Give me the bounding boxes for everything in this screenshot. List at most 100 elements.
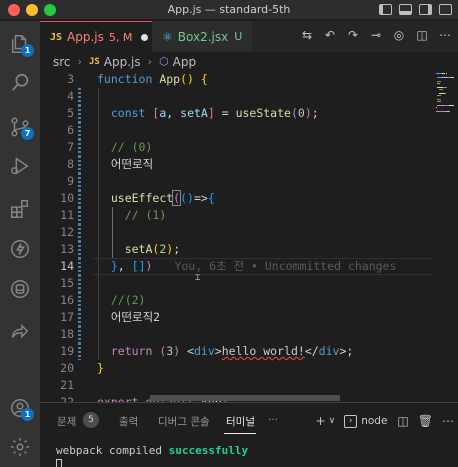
- timeline-icon[interactable]: ◎: [392, 28, 406, 42]
- source-control-icon[interactable]: 7: [6, 113, 34, 141]
- terminal-text: webpack compiled: [56, 444, 169, 457]
- minimap-token: [437, 81, 441, 82]
- more-actions-icon[interactable]: ⋯: [442, 415, 454, 427]
- terminal-output: webpack compiled successfully: [56, 444, 248, 457]
- code-token: function: [97, 72, 160, 86]
- code-editor[interactable]: 3 function App() {4 5 const [a, setA] = us…: [40, 71, 432, 426]
- line-number: 21: [60, 378, 74, 392]
- tab-status: U: [234, 30, 243, 43]
- account-icon[interactable]: 1: [6, 394, 34, 422]
- terminal-toolbar: + ∨ › node ◫ 🗑 ⋯: [307, 411, 458, 431]
- breadcrumb-folder[interactable]: src: [53, 55, 71, 69]
- breadcrumb: src › JS App.js › ⬡ App: [40, 52, 458, 71]
- split-editor-icon[interactable]: ◫: [415, 28, 429, 42]
- horizontal-scrollbar[interactable]: [150, 395, 340, 401]
- bottom-panel: 문제 5 출력 디버그 콘솔 터미널 ··· + ∨ › node ◫ 🗑 ⋯ …: [40, 402, 458, 467]
- toggle-panel-icon[interactable]: [399, 4, 412, 15]
- code-token: //(2): [110, 293, 146, 307]
- code-line[interactable]: 11 // (1): [40, 207, 432, 224]
- terminal-dropdown-icon[interactable]: ∨: [329, 416, 336, 426]
- code-line[interactable]: 6: [40, 122, 432, 139]
- code-line[interactable]: 7 // (0): [40, 139, 432, 156]
- code-line[interactable]: 18: [40, 326, 432, 343]
- code-line[interactable]: 19 return (3) <div>hello world!</div>;: [40, 343, 432, 360]
- code-line[interactable]: 4: [40, 88, 432, 105]
- line-number: 17: [60, 310, 74, 324]
- code-content: 어떤로직: [97, 156, 153, 173]
- new-terminal-icon[interactable]: +: [316, 415, 326, 427]
- breadcrumb-symbol[interactable]: App: [173, 55, 196, 69]
- step-icon[interactable]: ⊸: [369, 28, 383, 42]
- minimap[interactable]: [432, 71, 458, 398]
- tab-terminal[interactable]: 터미널: [226, 414, 255, 429]
- tab-output[interactable]: 출력: [119, 414, 138, 429]
- minimap-token: [436, 107, 437, 108]
- code-content: }, []) You, 6초 전 • Uncommitted changes: [97, 258, 397, 275]
- go-back-icon[interactable]: ↶: [323, 28, 337, 42]
- customize-layout-icon[interactable]: [439, 4, 452, 15]
- tab-app-js[interactable]: JS App.js 5, M: [40, 21, 152, 52]
- panel-tabs: 문제 5 출력 디버그 콘솔 터미널 ··· + ∨ › node ◫ 🗑 ⋯: [40, 403, 458, 439]
- line-number: 9: [67, 174, 74, 188]
- code-token: <: [180, 344, 194, 358]
- code-line[interactable]: 15: [40, 275, 432, 292]
- more-actions-icon[interactable]: ⋯: [438, 28, 452, 42]
- line-number: 4: [67, 89, 74, 103]
- more-tabs-icon[interactable]: ···: [268, 414, 278, 426]
- minimap-token: [446, 73, 447, 74]
- breadcrumb-file[interactable]: App.js: [104, 55, 141, 69]
- toggle-secondary-sidebar-icon[interactable]: [419, 4, 432, 15]
- code-token: }: [110, 259, 118, 273]
- editor-tab-bar: JS App.js 5, M ⚛ Box2.jsx U ⇆ ↶ ↷ ⊸ ◎ ◫ …: [40, 21, 458, 52]
- line-number: 10: [60, 191, 74, 205]
- lightning-icon[interactable]: [6, 235, 34, 263]
- code-line[interactable]: 3 function App() {: [40, 71, 432, 88]
- go-forward-icon[interactable]: ↷: [346, 28, 360, 42]
- kill-terminal-icon[interactable]: 🗑: [418, 415, 433, 427]
- code-line[interactable]: 16 //(2): [40, 292, 432, 309]
- split-terminal-icon[interactable]: ◫: [397, 415, 408, 427]
- minimap-token: [437, 83, 440, 84]
- gear-icon[interactable]: [6, 433, 34, 461]
- problems-count-badge: 5: [83, 412, 99, 428]
- code-line[interactable]: 13 setA(2);: [40, 241, 432, 258]
- line-number: 5: [67, 106, 74, 120]
- search-icon[interactable]: [6, 69, 34, 97]
- database-icon[interactable]: [6, 275, 34, 303]
- extensions-icon[interactable]: [6, 195, 34, 223]
- code-token: hello world!: [221, 344, 305, 358]
- terminal-cursor: [56, 459, 62, 467]
- line-number: 18: [60, 327, 74, 341]
- code-line[interactable]: 8 어떤로직: [40, 156, 432, 173]
- code-token: ): [145, 259, 153, 273]
- code-token: >: [214, 344, 222, 358]
- code-line[interactable]: 14 }, []) You, 6초 전 • Uncommitted changes: [40, 258, 432, 275]
- code-line[interactable]: 12: [40, 224, 432, 241]
- terminal-success-text: successfully: [168, 444, 249, 457]
- run-debug-icon[interactable]: [6, 152, 34, 180]
- symbol-function-icon: ⬡: [159, 55, 169, 68]
- code-line[interactable]: 10 useEffect(()=>{: [40, 190, 432, 207]
- unsaved-dot-icon[interactable]: [141, 33, 149, 41]
- files-icon[interactable]: 1: [6, 30, 34, 58]
- compare-icon[interactable]: ⇆: [300, 28, 314, 42]
- code-line[interactable]: 21: [40, 377, 432, 394]
- code-line[interactable]: 20}: [40, 360, 432, 377]
- toggle-sidebar-icon[interactable]: [379, 4, 392, 15]
- code-token: (: [290, 106, 298, 120]
- share-icon[interactable]: [6, 318, 34, 346]
- tab-debug-console[interactable]: 디버그 콘솔: [158, 414, 210, 429]
- line-number: 19: [60, 344, 74, 358]
- terminal-name[interactable]: node: [361, 415, 387, 427]
- code-token: useEffect: [110, 191, 174, 205]
- code-line[interactable]: 9: [40, 173, 432, 190]
- tab-problems[interactable]: 문제: [57, 414, 76, 429]
- code-line[interactable]: 5 const [a, setA] = useState(0);: [40, 105, 432, 122]
- code-line[interactable]: 17 어떤로직2: [40, 309, 432, 326]
- tab-box2-jsx[interactable]: ⚛ Box2.jsx U: [152, 21, 252, 52]
